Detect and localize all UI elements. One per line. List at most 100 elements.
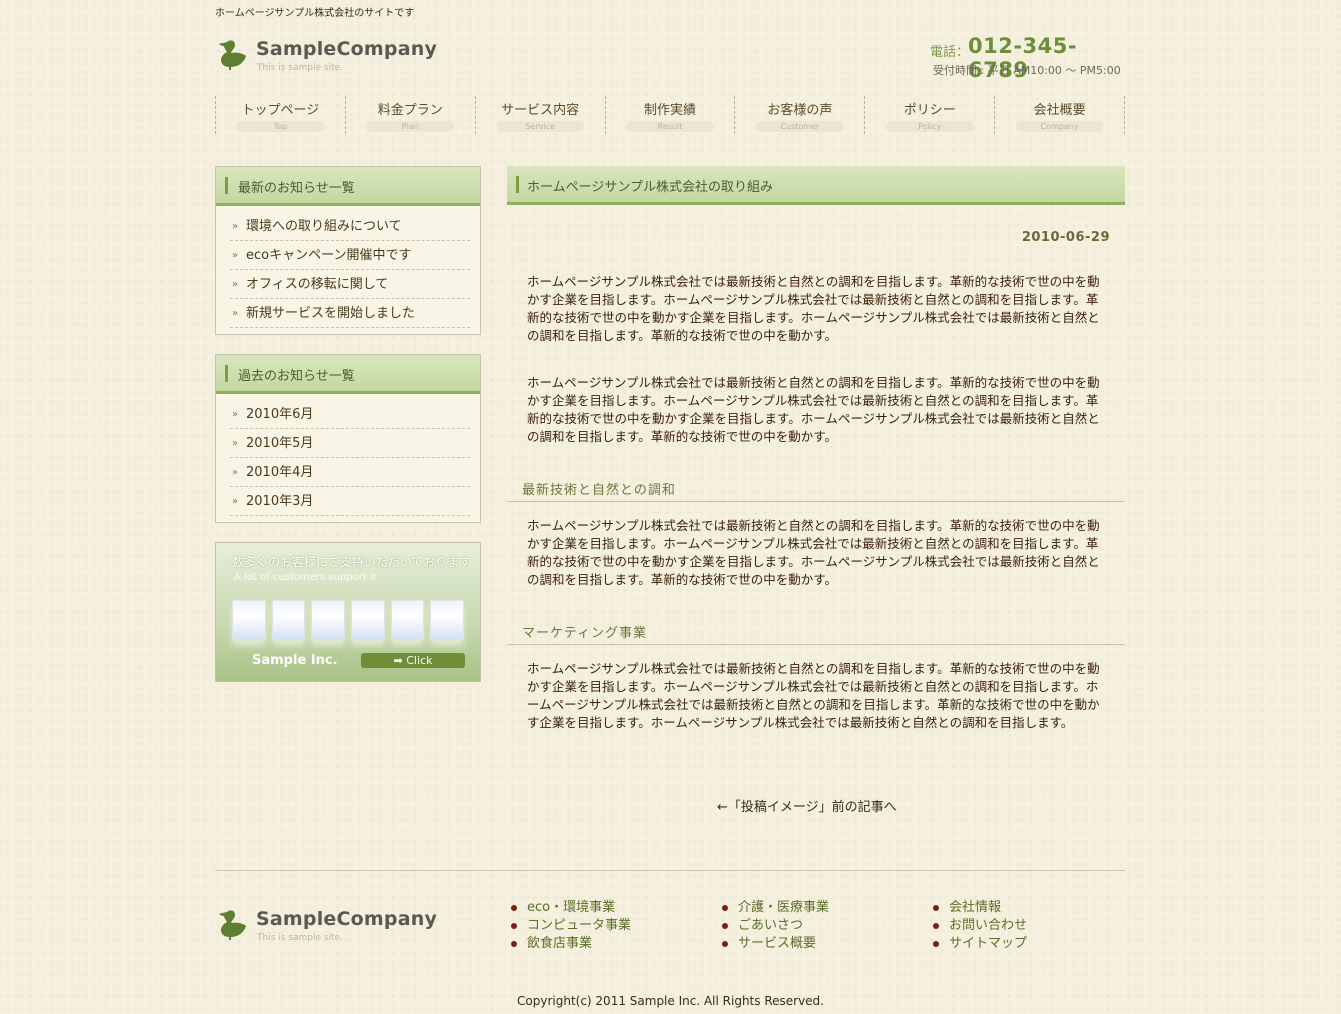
bullet-icon (511, 941, 517, 947)
news-link[interactable]: » 環境への取り組みについて (230, 212, 470, 241)
nav-item-result[interactable]: 制作実績 Result (604, 96, 735, 134)
nav-sublabel: Customer (755, 121, 844, 132)
news-link[interactable]: » ecoキャンペーン開催中です (230, 241, 470, 270)
nav-item-top[interactable]: トップページ Top (215, 96, 345, 134)
latest-news-box: 最新のお知らせ一覧 » 環境への取り組みについて » ecoキャンペーン開催中です … (215, 166, 481, 335)
footer-links-col1: eco・環境事業 コンピュータ事業 飲食店事業 (511, 899, 631, 953)
copyright-text: Copyright(c) 2011 Sample Inc. All Rights… (517, 994, 824, 1008)
bullet-icon (722, 941, 728, 947)
nav-item-customer[interactable]: お客様の声 Customer (734, 96, 864, 134)
nav-label: ポリシー (903, 103, 956, 118)
global-nav: トップページ Top 料金プラン Plan サービス内容 Service 制作実績 Re… (215, 96, 1126, 134)
customers-banner[interactable]: 数多くのお客様にご支持いただいております A lot of customers … (215, 542, 481, 682)
article-paragraph: ホームページサンプル株式会社では最新技術と自然との調和を目指します。革新的な技術… (527, 518, 1100, 587)
screenshot-thumbnail (232, 600, 266, 640)
footer-link[interactable]: ごあいさつ (722, 917, 829, 935)
header-logo[interactable]: SampleCompany This is sample site. (218, 36, 478, 76)
news-link-label: ecoキャンペーン開催中です (246, 248, 412, 263)
nav-label: 会社概要 (1033, 103, 1086, 118)
logo-name: SampleCompany (256, 908, 438, 930)
chevron-icon: » (232, 409, 239, 420)
footer-logo[interactable]: SampleCompany This is sample site. (218, 906, 478, 946)
latest-news-title: 最新のお知らせ一覧 (238, 181, 355, 196)
footer-link[interactable]: お問い合わせ (933, 917, 1027, 935)
bullet-icon (933, 905, 939, 911)
footer-links-col3: 会社情報 お問い合わせ サイトマップ (933, 899, 1027, 953)
news-link-label: 環境への取り組みについて (246, 219, 402, 234)
archive-link[interactable]: » 2010年5月 (230, 429, 470, 458)
logo-subtitle: This is sample site. (257, 63, 344, 73)
banner-subline: A lot of customers support it (234, 572, 377, 583)
article-paragraph: ホームページサンプル株式会社では最新技術と自然との調和を目指します。革新的な技術… (527, 375, 1100, 444)
nav-item-company[interactable]: 会社概要 Company (994, 96, 1126, 134)
chevron-icon: » (232, 496, 239, 507)
chevron-icon: » (232, 279, 239, 290)
chevron-icon: » (232, 467, 239, 478)
footer-link-label: eco・環境事業 (527, 900, 616, 915)
news-link-label: 新規サービスを開始しました (246, 306, 416, 321)
past-news-box: 過去のお知らせ一覧 » 2010年6月 » 2010年5月 » 2010年4月 » 20… (215, 354, 481, 523)
article-title: ホームページサンプル株式会社の取り組み (527, 180, 773, 195)
nav-item-policy[interactable]: ポリシー Policy (864, 96, 994, 134)
footer-link-label: お問い合わせ (949, 918, 1028, 933)
archive-link-label: 2010年3月 (246, 494, 314, 509)
nav-sublabel: Plan (366, 121, 455, 132)
business-hours: 受付時間 : 平日 AM10:00 〜 PM5:00 (933, 64, 1121, 77)
contact-phone: 電話： 012-345-6789 受付時間 : 平日 AM10:00 〜 PM5… (928, 34, 1128, 84)
archive-link[interactable]: » 2010年3月 (230, 487, 470, 516)
bullet-icon (511, 905, 517, 911)
footer-link[interactable]: 会社情報 (933, 899, 1027, 917)
nav-sublabel: Result (626, 121, 714, 132)
bullet-icon (722, 923, 728, 929)
archive-link[interactable]: » 2010年4月 (230, 458, 470, 487)
logo-subtitle: This is sample site. (257, 933, 344, 943)
nav-label: 制作実績 (644, 103, 697, 118)
archive-link-label: 2010年4月 (246, 465, 314, 480)
header-accent-bar (225, 177, 228, 194)
header-accent-bar (225, 365, 228, 382)
footer-link[interactable]: サイトマップ (933, 935, 1027, 953)
bullet-icon (933, 941, 939, 947)
past-news-list: » 2010年6月 » 2010年5月 » 2010年4月 » 2010年3月 (216, 394, 480, 522)
previous-post-link[interactable]: ←「投稿イメージ」前の記事へ (717, 796, 897, 815)
screenshot-thumbnail (311, 600, 346, 640)
phone-label: 電話： (930, 45, 970, 60)
banner-headline: 数多くのお客様にご支持いただいております (232, 555, 472, 569)
section-heading-label: 最新技術と自然との調和 (522, 483, 676, 498)
past-news-title: 過去のお知らせ一覧 (238, 369, 355, 384)
site-tagline: ホームページサンプル株式会社のサイトです (215, 8, 415, 19)
screenshot-thumbnail (271, 600, 306, 640)
news-link-label: オフィスの移転に関して (246, 277, 389, 292)
chevron-icon: » (232, 438, 239, 449)
nav-label: サービス内容 (501, 103, 580, 118)
archive-link[interactable]: » 2010年6月 (230, 400, 470, 429)
footer-link-label: 飲食店事業 (527, 936, 593, 951)
nav-sublabel: Company (1015, 121, 1104, 132)
banner-click-button[interactable]: ➡ Click (361, 653, 465, 668)
news-link[interactable]: » 新規サービスを開始しました (230, 299, 470, 328)
screenshot-thumbnail (430, 600, 465, 640)
footer-link[interactable]: コンピュータ事業 (511, 917, 631, 935)
bullet-icon (933, 923, 939, 929)
archive-link-label: 2010年5月 (246, 436, 314, 451)
nav-item-service[interactable]: サービス内容 Service (474, 96, 605, 134)
archive-link-label: 2010年6月 (246, 407, 314, 422)
footer-link[interactable]: サービス概要 (722, 935, 829, 953)
news-link[interactable]: » オフィスの移転に関して (230, 270, 470, 299)
banner-brand: Sample Inc. (252, 653, 338, 668)
article-date: 2010-06-29 (1021, 230, 1110, 245)
bullet-icon (722, 905, 728, 911)
nav-item-plan[interactable]: 料金プラン Plan (344, 96, 475, 134)
article-paragraph: ホームページサンプル株式会社では最新技術と自然との調和を目指します。革新的な技術… (527, 274, 1100, 343)
footer-link-label: 介護・医療事業 (738, 900, 830, 915)
footer-link[interactable]: 飲食店事業 (511, 935, 631, 953)
footer-link[interactable]: 介護・医療事業 (722, 899, 829, 917)
past-news-header: 過去のお知らせ一覧 (216, 355, 480, 394)
footer-link-label: コンピュータ事業 (527, 918, 632, 933)
screenshot-thumbnail (390, 600, 425, 640)
footer-link-label: 会社情報 (949, 900, 1002, 915)
duck-logo-icon (219, 910, 246, 940)
footer-link[interactable]: eco・環境事業 (511, 899, 631, 917)
latest-news-header: 最新のお知らせ一覧 (216, 167, 480, 206)
chevron-icon: » (232, 308, 239, 319)
